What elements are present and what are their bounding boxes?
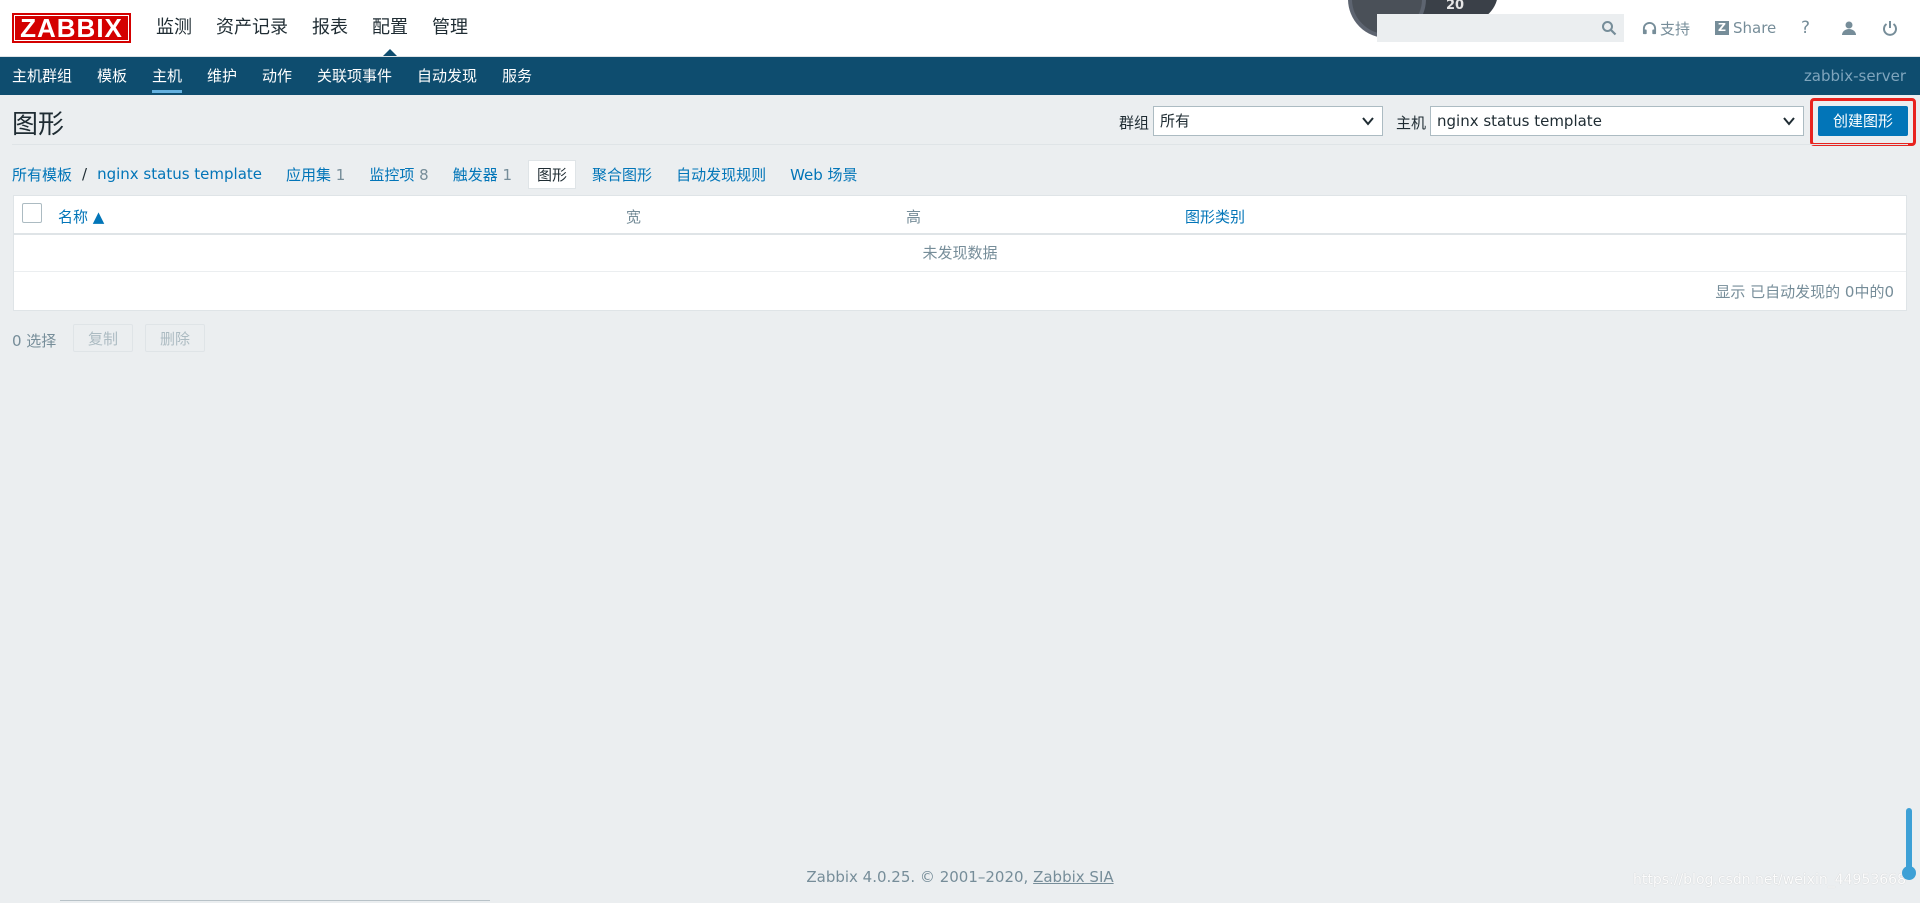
headset-icon (1642, 21, 1657, 34)
subnav-hosts[interactable]: 主机 (152, 57, 183, 95)
subnav-actions[interactable]: 动作 (262, 57, 292, 95)
column-height: 高 (906, 208, 922, 226)
help-link[interactable]: ? (1801, 0, 1810, 56)
tab-triggers-label: 触发器 (452, 165, 498, 184)
tab-items-count: 8 (419, 165, 429, 184)
main-nav: 监测 资产记录 报表 配置 管理 (156, 0, 492, 56)
share-link[interactable]: Z Share (1715, 0, 1776, 56)
bottom-divider (60, 900, 490, 901)
power-icon (1883, 21, 1897, 36)
subnav-maintenance[interactable]: 维护 (207, 57, 237, 95)
breadcrumb-all-templates[interactable]: 所有模板 (12, 164, 72, 185)
sub-nav: 主机群组 模板 主机 维护 动作 关联项事件 自动发现 服务 zabbix-se… (0, 57, 1920, 95)
breadcrumb-separator: / (82, 165, 88, 183)
subnav-host-groups[interactable]: 主机群组 (12, 57, 72, 95)
zabbix-logo[interactable]: ZABBIX (12, 13, 131, 43)
template-tabs: 所有模板 / nginx status template 应用集 1 监控项 8… (12, 159, 882, 189)
main-nav-administration[interactable]: 管理 (432, 0, 468, 56)
help-icon: ? (1801, 18, 1811, 38)
main-nav-inventory[interactable]: 资产记录 (216, 0, 288, 56)
tab-triggers[interactable]: 触发器 1 (453, 164, 512, 185)
watermark: https://blog.csdn.net/weixin_44953668 (1632, 872, 1906, 888)
search-input[interactable] (1377, 14, 1624, 42)
tab-applications[interactable]: 应用集 1 (286, 164, 345, 185)
main-nav-monitoring[interactable]: 监测 (156, 0, 192, 56)
graphs-table: 名称 ▲ 宽 高 图形类别 未发现数据 显示 已自动发现的 0中的0 (13, 195, 1907, 311)
chevron-down-icon (1783, 117, 1795, 126)
user-icon (1842, 21, 1856, 35)
copy-button[interactable]: 复制 (73, 324, 134, 352)
column-graph-type[interactable]: 图形类别 (1185, 206, 1245, 227)
tab-graphs[interactable]: 图形 (528, 159, 577, 189)
search-icon[interactable] (1601, 20, 1617, 36)
tab-items[interactable]: 监控项 8 (369, 164, 428, 185)
footer-copyright: Zabbix 4.0.25. © 2001–2020, (806, 868, 1034, 886)
support-label: 支持 (1660, 19, 1691, 38)
chevron-down-icon (1362, 117, 1374, 126)
tab-discovery-rules[interactable]: 自动发现规则 (676, 164, 766, 185)
subnav-templates[interactable]: 模板 (97, 57, 127, 95)
share-z-icon: Z (1715, 21, 1729, 35)
host-select[interactable]: nginx status template (1430, 106, 1804, 136)
top-header: ZABBIX 监测 资产记录 报表 配置 管理 20 支持 Z Share ? (0, 0, 1920, 57)
delete-button[interactable]: 删除 (145, 324, 206, 352)
main-nav-configuration[interactable]: 配置 (372, 0, 408, 56)
scrollbar-handle[interactable] (1902, 866, 1916, 880)
subnav-services[interactable]: 服务 (502, 57, 532, 95)
host-filter-label: 主机 (1396, 114, 1427, 132)
main-nav-reports[interactable]: 报表 (312, 0, 348, 56)
group-select[interactable]: 所有 (1153, 106, 1383, 136)
selected-count: 0 选择 (12, 332, 57, 350)
group-select-value: 所有 (1160, 112, 1191, 130)
tab-aggregate-graphs[interactable]: 聚合图形 (592, 164, 652, 185)
support-link[interactable]: 支持 (1642, 0, 1690, 56)
subnav-event-correlation[interactable]: 关联项事件 (317, 57, 392, 95)
breadcrumb-template[interactable]: nginx status template (97, 165, 262, 183)
group-filter-label: 群组 (1119, 114, 1150, 132)
column-width: 宽 (626, 208, 642, 226)
tab-web-scenarios[interactable]: Web 场景 (790, 164, 857, 185)
page-title: 图形 (12, 110, 65, 140)
tab-applications-count: 1 (335, 165, 346, 184)
select-all-checkbox[interactable] (22, 203, 42, 223)
logout-link[interactable] (1882, 0, 1898, 56)
gauge-value: 20 (1446, 0, 1465, 13)
table-header: 名称 ▲ 宽 高 图形类别 (14, 196, 1906, 235)
share-label: Share (1733, 19, 1777, 37)
footer-company-link[interactable]: Zabbix SIA (1033, 868, 1114, 886)
subnav-discovery[interactable]: 自动发现 (417, 57, 477, 95)
header-divider (12, 144, 1908, 145)
server-name: zabbix-server (1803, 67, 1906, 85)
user-profile-link[interactable] (1841, 0, 1857, 56)
no-data-message: 未发现数据 (14, 235, 1906, 272)
host-select-value: nginx status template (1437, 112, 1602, 130)
table-stats: 显示 已自动发现的 0中的0 (1715, 283, 1894, 301)
create-graph-button[interactable]: 创建图形 (1818, 106, 1908, 136)
tab-triggers-count: 1 (502, 165, 513, 184)
column-name[interactable]: 名称 ▲ (58, 206, 104, 227)
tab-items-label: 监控项 (369, 165, 415, 184)
tab-applications-label: 应用集 (286, 165, 332, 184)
